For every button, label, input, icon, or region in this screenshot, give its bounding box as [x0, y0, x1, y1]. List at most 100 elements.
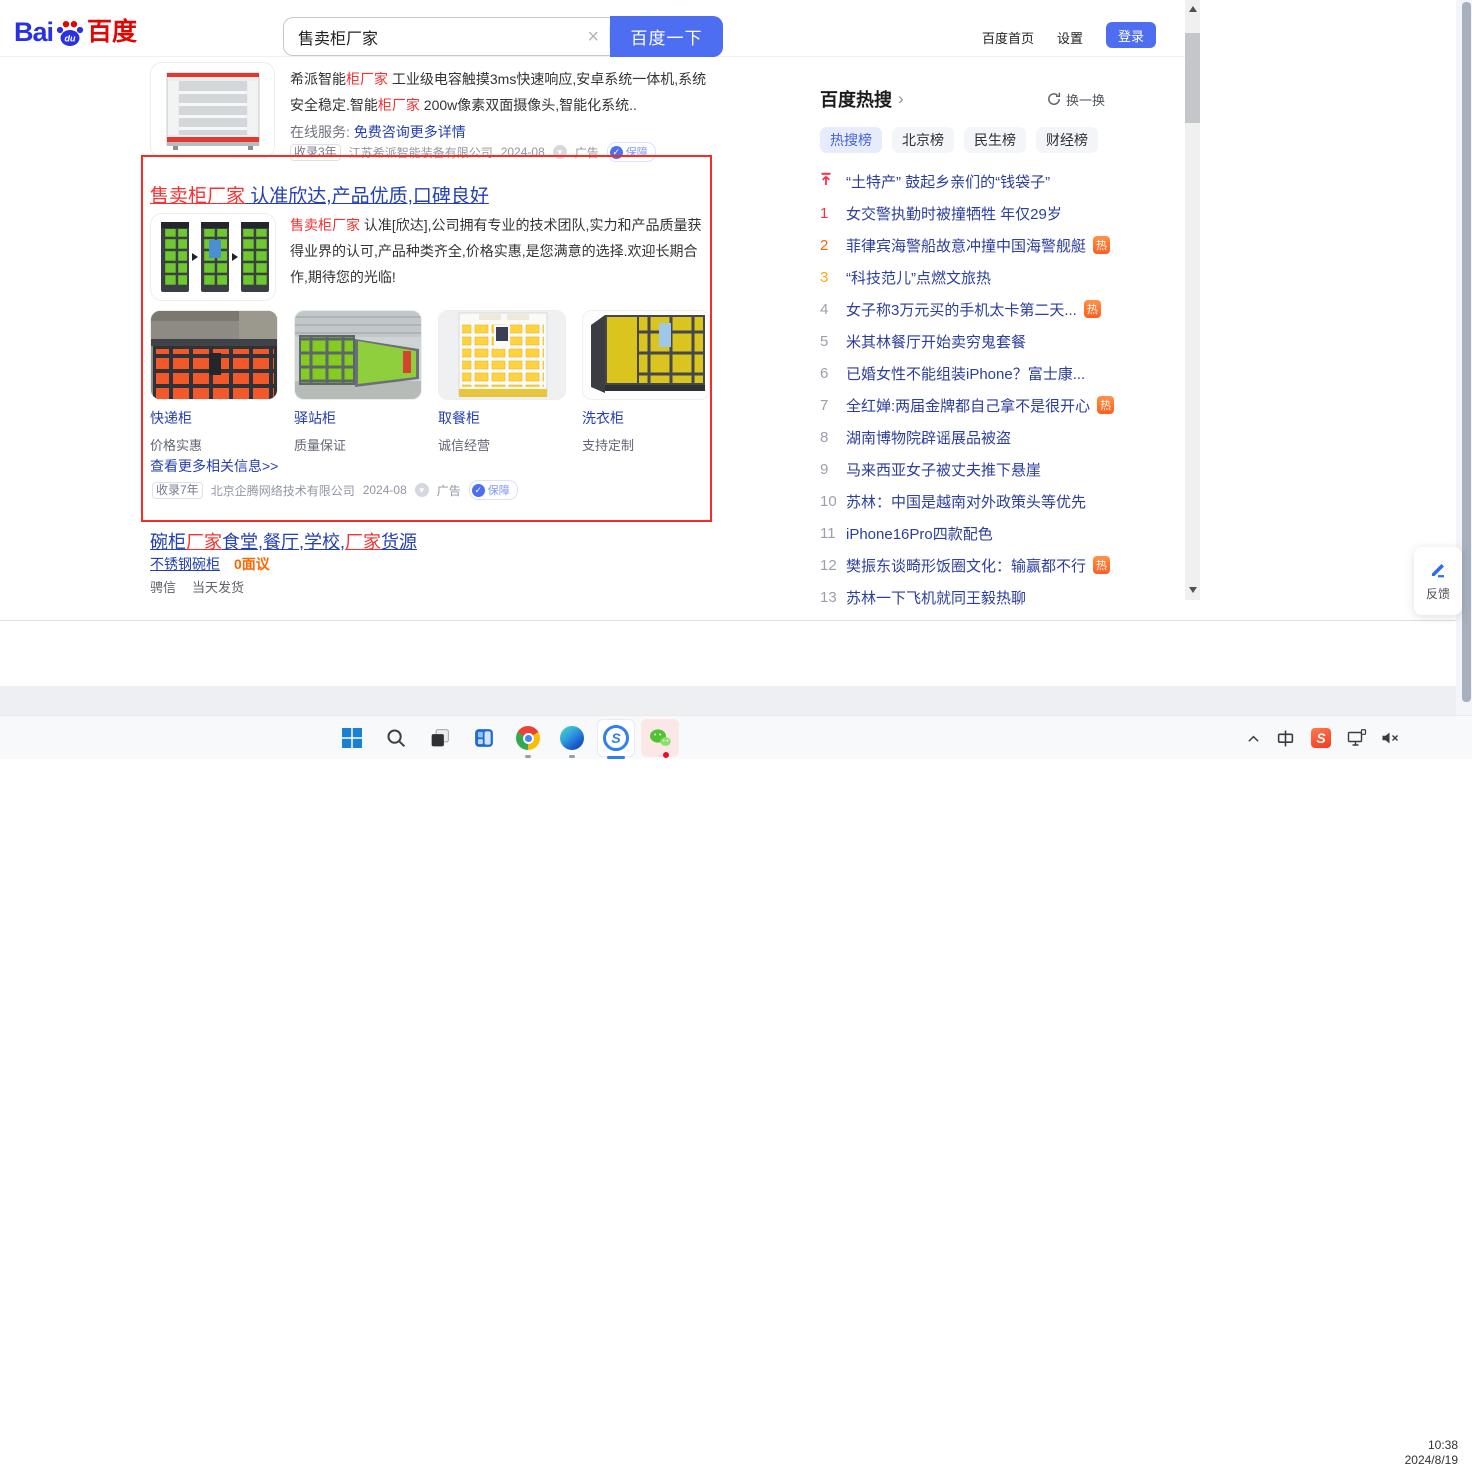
express-locker-image — [150, 310, 278, 400]
hot-search-item[interactable]: 4 女子称3万元买的手机太卡第二天... 热 — [820, 293, 1105, 325]
sogou-input-button[interactable]: S — [1302, 728, 1340, 748]
start-button[interactable] — [330, 716, 374, 760]
hot-badge: 热 — [1093, 236, 1111, 254]
edge-button[interactable] — [550, 716, 594, 760]
page-scrollbar[interactable] — [1185, 0, 1200, 600]
product-card-express-locker[interactable]: 快递柜 价格实惠 — [150, 310, 278, 454]
hot-search-item[interactable]: 13 苏林一下飞机就同王毅热聊 — [820, 581, 1105, 613]
hot-search-item[interactable]: 5 米其林餐厅开始卖穷鬼套餐 — [820, 325, 1105, 357]
chevron-down-circle-icon[interactable]: ▾ — [414, 483, 429, 497]
nav-baidu-home[interactable]: 百度首页 — [982, 28, 1034, 47]
rank-number: 13 — [820, 588, 837, 606]
meal-locker-image — [438, 310, 566, 400]
hot-search-item[interactable]: 11 iPhone16Pro四款配色 — [820, 517, 1105, 549]
task-view-button[interactable] — [418, 716, 462, 760]
notification-dot — [663, 752, 669, 758]
clock-date: 2024/8/19 — [1404, 1453, 1458, 1467]
ad-hero-image[interactable] — [150, 213, 276, 301]
volume-button[interactable] — [1374, 731, 1406, 745]
ad-result-title-link[interactable]: 售卖柜厂家 认准欣达,产品优质,口碑良好 — [150, 181, 489, 208]
hidden-icons-button[interactable] — [1238, 734, 1268, 743]
taskbar-search-button[interactable] — [374, 716, 418, 760]
wechat-button[interactable] — [638, 716, 682, 760]
chrome-button[interactable] — [506, 716, 550, 760]
result3-sublink[interactable]: 不锈钢碗柜 — [150, 554, 220, 574]
see-more-link[interactable]: 查看更多相关信息>> — [150, 456, 278, 476]
product-card-station-locker[interactable]: 驿站柜 质量保证 — [294, 310, 422, 454]
shipping-label: 当天发货 — [192, 580, 245, 595]
chevron-down-circle-icon[interactable]: ▾ — [552, 145, 567, 159]
clear-search-icon[interactable]: × — [577, 27, 609, 47]
card-title-link[interactable]: 取餐柜 — [438, 408, 566, 428]
login-button[interactable]: 登录 — [1106, 22, 1156, 48]
hot-search-item[interactable]: 6 已婚女性不能组装iPhone？富士康... — [820, 357, 1105, 389]
hot-search-item-text: 全红婵:两届金牌都自己拿不是很开心 — [846, 397, 1091, 415]
baidu-logo-text: Bai — [14, 17, 54, 47]
card-title-link[interactable]: 洗衣柜 — [582, 408, 710, 428]
scrollbar-thumb[interactable] — [1185, 33, 1200, 123]
task-view-icon — [431, 729, 449, 747]
hot-tab[interactable]: 民生榜 — [964, 127, 1026, 153]
hot-search-item[interactable]: 9 马来西亚女子被丈夫推下悬崖 — [820, 453, 1105, 485]
product-card-laundry-locker[interactable]: 洗衣柜 支持定制 — [582, 310, 710, 454]
sogou-browser-icon: S — [603, 725, 629, 751]
scroll-down-arrow-icon[interactable] — [1189, 587, 1197, 593]
hot-tab[interactable]: 财经榜 — [1036, 127, 1098, 153]
title-segment: 认准欣达,产品优质,口碑良好 — [245, 186, 489, 207]
chevron-right-icon[interactable]: › — [898, 89, 904, 109]
hot-search-item[interactable]: 10 苏林：中国是越南对外政策头等优先 — [820, 485, 1105, 517]
hot-search-item[interactable]: 2 菲律宾海警船故意冲撞中国海警舰艇热 — [820, 229, 1111, 261]
hot-search-title[interactable]: 百度热搜 — [820, 86, 892, 112]
hot-tab[interactable]: 热搜榜 — [820, 127, 882, 153]
sogou-browser-button[interactable]: S — [594, 716, 638, 760]
result1-product-image[interactable] — [150, 62, 275, 158]
ime-chinese-icon — [1277, 730, 1293, 746]
search-button[interactable]: 百度一下 — [610, 16, 723, 57]
highlighted-keyword: 售卖柜厂家 — [150, 186, 246, 207]
network-button[interactable] — [1340, 729, 1374, 747]
nav-settings[interactable]: 设置 — [1057, 28, 1083, 47]
refresh-hot-list[interactable]: 换一换 — [1047, 90, 1105, 109]
check-icon: ✓ — [471, 483, 485, 497]
rank-number: 5 — [820, 332, 829, 350]
hot-search-item[interactable]: 8 湖南博物院辟谣展品被盗 — [820, 421, 1105, 453]
hot-search-item[interactable]: 12 樊振东谈畸形饭圈文化：输赢都不行热 — [820, 549, 1111, 581]
window-scrollbar-thumb[interactable] — [1462, 2, 1471, 702]
content-bottom-divider — [0, 620, 1456, 621]
rank-number: 7 — [820, 396, 829, 414]
baidu-logo[interactable]: Bai du 百度 — [14, 12, 137, 48]
hot-search-item[interactable]: 1 女交警执勤时被撞牺牲 年仅29岁 — [820, 197, 1105, 229]
volume-muted-icon — [1382, 732, 1398, 744]
ad-description[interactable]: 售卖柜厂家 认准[欣达],公司拥有专业的技术团队,实力和产品质量获得业界的认可,… — [290, 212, 714, 290]
hot-search-item[interactable]: 3 “科技范儿”点燃文旅热 — [820, 261, 1105, 293]
windows-start-icon — [342, 728, 362, 748]
green-lockers-image — [151, 214, 275, 300]
baidu-hot-search-panel: 百度热搜 › 换一换 热搜榜 北京榜 民生榜 财经榜 “土特产” 鼓起乡亲们的“钱袋子… — [820, 86, 1115, 613]
consult-link[interactable]: 免费咨询更多详情 — [354, 124, 466, 140]
hot-search-item-text: 菲律宾海警船故意冲撞中国海警舰艇 — [846, 237, 1087, 255]
snippet-segment: 200w像素双面摄像头,智能化系统.. — [419, 97, 637, 113]
guarantee-badge[interactable]: ✓ 保障 — [606, 142, 656, 162]
result3-title-link[interactable]: 碗柜厂家食堂,餐厅,学校,厂家货源 — [150, 528, 417, 554]
guarantee-badge[interactable]: ✓ 保障 — [468, 480, 518, 500]
feedback-button[interactable]: 反馈 — [1414, 547, 1462, 615]
hot-search-item[interactable]: “土特产” 鼓起乡亲们的“钱袋子” — [820, 165, 1105, 197]
taskbar-clock[interactable]: 10:38 2024/8/19 — [1394, 1438, 1458, 1468]
widgets-button[interactable] — [462, 716, 506, 760]
rank-number: 12 — [820, 556, 837, 574]
baidu-paw-icon: du — [56, 21, 84, 46]
svg-text:du: du — [65, 34, 76, 44]
result1-snippet[interactable]: 希派智能柜厂家 工业级电容触摸3ms快速响应,安卓系统一体机,系统安全稳定.智能… — [290, 66, 714, 118]
search-input[interactable]: 售卖柜厂家 × — [283, 17, 610, 56]
search-icon — [387, 729, 406, 748]
ime-language-button[interactable] — [1268, 729, 1302, 748]
product-card-meal-locker[interactable]: 取餐柜 诚信经营 — [438, 310, 566, 454]
scroll-up-arrow-icon[interactable] — [1189, 6, 1197, 12]
hot-tab[interactable]: 北京榜 — [892, 127, 954, 153]
rank-number: 9 — [820, 460, 829, 478]
hot-search-item[interactable]: 7 全红婵:两届金牌都自己拿不是很开心热 — [820, 389, 1115, 421]
card-title-link[interactable]: 快递柜 — [150, 408, 278, 428]
card-title-link[interactable]: 驿站柜 — [294, 408, 422, 428]
hot-badge: 热 — [1097, 396, 1115, 414]
hot-search-item-text: 米其林餐厅开始卖穷鬼套餐 — [846, 333, 1027, 351]
